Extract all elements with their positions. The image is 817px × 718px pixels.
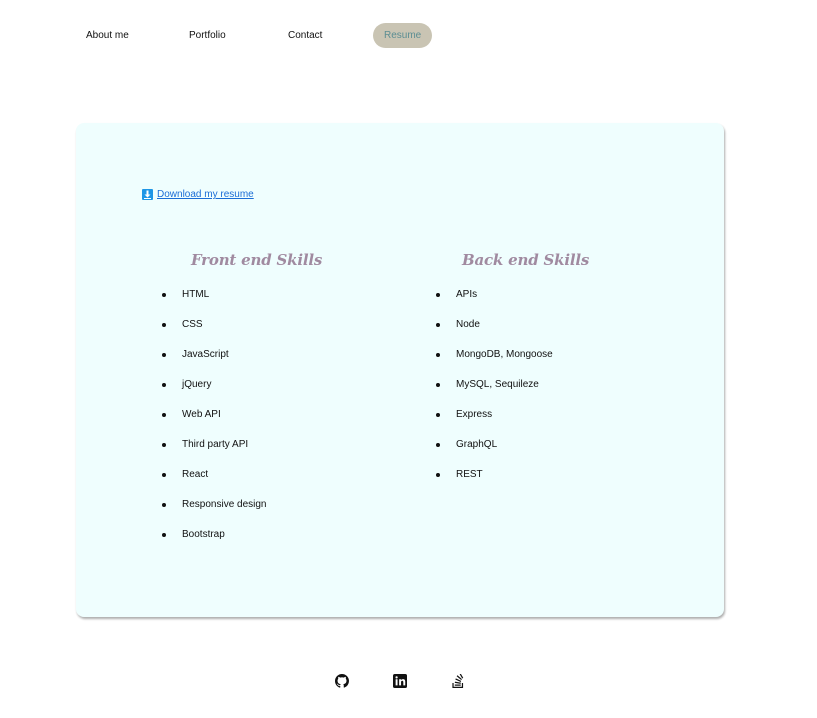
nav-link-about-me[interactable]: About me: [86, 23, 129, 48]
skill-label: React: [182, 469, 209, 480]
skill-label: GraphQL: [456, 439, 498, 450]
stackoverflow-icon[interactable]: [451, 672, 465, 688]
skill-label: CSS: [182, 319, 203, 330]
front-end-skill-item: CSS: [162, 310, 267, 340]
bullet-icon: [436, 353, 440, 357]
bullet-icon: [436, 323, 440, 327]
back-end-skill-item: Node: [436, 310, 553, 340]
back-end-skill-item: Express: [436, 400, 553, 430]
bullet-icon: [436, 383, 440, 387]
bullet-icon: [436, 473, 440, 477]
skill-label: HTML: [182, 289, 210, 300]
front-end-skill-item: JavaScript: [162, 340, 267, 370]
skill-label: Third party API: [182, 439, 249, 450]
skill-label: APIs: [456, 289, 478, 300]
skill-label: Web API: [182, 409, 221, 420]
front-end-skills-heading: Front end Skills: [191, 251, 323, 270]
download-resume-label: Download my resume: [157, 189, 254, 200]
front-end-skill-item: Third party API: [162, 430, 267, 460]
bullet-icon: [162, 443, 166, 447]
footer: [0, 672, 817, 690]
back-end-skills-list: APIs Node MongoDB, Mongoose MySQL, Sequi…: [436, 280, 553, 490]
front-end-skill-item: jQuery: [162, 370, 267, 400]
bullet-icon: [162, 383, 166, 387]
skill-label: Responsive design: [182, 499, 267, 510]
skill-label: REST: [456, 469, 483, 480]
bullet-icon: [436, 413, 440, 417]
bullet-icon: [162, 353, 166, 357]
front-end-skills-list: HTML CSS JavaScript jQuery Web API Third…: [162, 280, 267, 550]
bullet-icon: [162, 533, 166, 537]
front-end-skill-item: Web API: [162, 400, 267, 430]
nav-link-portfolio[interactable]: Portfolio: [189, 23, 226, 48]
top-nav: About me Portfolio Contact Resume: [74, 23, 454, 48]
download-icon: [142, 189, 153, 200]
skill-label: jQuery: [182, 379, 212, 390]
bullet-icon: [436, 293, 440, 297]
github-icon[interactable]: [335, 674, 349, 688]
skill-label: JavaScript: [182, 349, 229, 360]
linkedin-icon[interactable]: [393, 674, 407, 688]
back-end-skill-item: GraphQL: [436, 430, 553, 460]
front-end-skill-item: Bootstrap: [162, 520, 267, 550]
bullet-icon: [162, 413, 166, 417]
bullet-icon: [162, 323, 166, 327]
skill-label: Express: [456, 409, 493, 420]
nav-link-contact[interactable]: Contact: [288, 23, 322, 48]
front-end-skill-item: React: [162, 460, 267, 490]
download-resume-link[interactable]: Download my resume: [142, 189, 254, 200]
bullet-icon: [162, 503, 166, 507]
front-end-skill-item: HTML: [162, 280, 267, 310]
front-end-skill-item: Responsive design: [162, 490, 267, 520]
bullet-icon: [162, 473, 166, 477]
skill-label: Node: [456, 319, 480, 330]
back-end-skill-item: MongoDB, Mongoose: [436, 340, 553, 370]
skill-label: MySQL, Sequileze: [456, 379, 539, 390]
bullet-icon: [162, 293, 166, 297]
skill-label: MongoDB, Mongoose: [456, 349, 553, 360]
bullet-icon: [436, 443, 440, 447]
back-end-skill-item: APIs: [436, 280, 553, 310]
back-end-skill-item: MySQL, Sequileze: [436, 370, 553, 400]
back-end-skill-item: REST: [436, 460, 553, 490]
skill-label: Bootstrap: [182, 529, 225, 540]
nav-link-resume[interactable]: Resume: [373, 23, 433, 48]
back-end-skills-heading: Back end Skills: [462, 251, 590, 270]
